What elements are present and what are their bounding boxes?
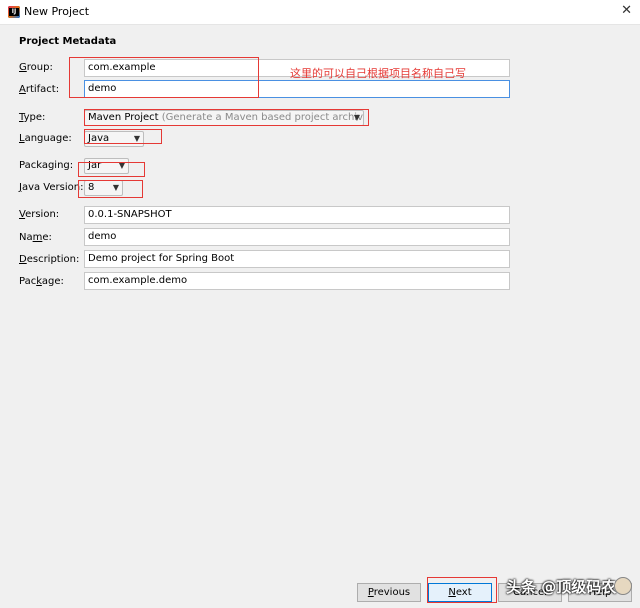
window-title: New Project xyxy=(24,5,90,18)
language-select[interactable]: Java ▼ xyxy=(84,131,144,147)
next-button[interactable]: Next xyxy=(428,583,492,602)
watermark-text: 头条 @顶级码农 xyxy=(506,578,617,596)
packaging-select-value: Jar xyxy=(88,160,102,171)
artifact-field[interactable]: demo xyxy=(84,80,510,98)
packaging-label: Packaging: xyxy=(19,160,74,171)
description-field[interactable]: Demo project for Spring Boot xyxy=(84,250,510,268)
type-label: Type: xyxy=(19,112,46,123)
chevron-down-icon: ▼ xyxy=(353,113,360,122)
java-version-label: Java Version: xyxy=(19,182,84,193)
chevron-down-icon: ▼ xyxy=(112,183,119,192)
annotation-text: 这里的可以自己根据项目名称自己写 xyxy=(290,67,466,80)
watermark-logo-icon xyxy=(614,577,632,595)
intellij-idea-icon xyxy=(8,6,20,18)
type-select-value: Maven Project xyxy=(88,112,159,123)
title-bar: New Project ✕ xyxy=(0,0,640,24)
package-field[interactable]: com.example.demo xyxy=(84,272,510,290)
chevron-down-icon: ▼ xyxy=(118,161,125,170)
language-label: Language: xyxy=(19,133,72,144)
artifact-label: Artifact: xyxy=(19,84,60,95)
packaging-select[interactable]: Jar ▼ xyxy=(84,158,129,174)
version-label: Version: xyxy=(19,209,60,220)
name-label: Name: xyxy=(19,232,52,243)
version-field[interactable]: 0.0.1-SNAPSHOT xyxy=(84,206,510,224)
name-field[interactable]: demo xyxy=(84,228,510,246)
description-label: Description: xyxy=(19,254,80,265)
java-version-select-value: 8 xyxy=(88,182,95,193)
java-version-select[interactable]: 8 ▼ xyxy=(84,180,123,196)
type-select-hint: (Generate a Maven based project archive.… xyxy=(161,112,364,123)
type-select[interactable]: Maven Project (Generate a Maven based pr… xyxy=(84,110,364,126)
section-title: Project Metadata xyxy=(19,36,117,47)
chevron-down-icon: ▼ xyxy=(133,134,140,143)
watermark: 头条 @顶级码农 xyxy=(506,576,632,598)
package-label: Package: xyxy=(19,276,64,287)
language-select-value: Java xyxy=(88,133,110,144)
group-label: Group: xyxy=(19,62,53,73)
previous-button[interactable]: Previous xyxy=(357,583,421,602)
close-icon[interactable]: ✕ xyxy=(621,3,632,18)
